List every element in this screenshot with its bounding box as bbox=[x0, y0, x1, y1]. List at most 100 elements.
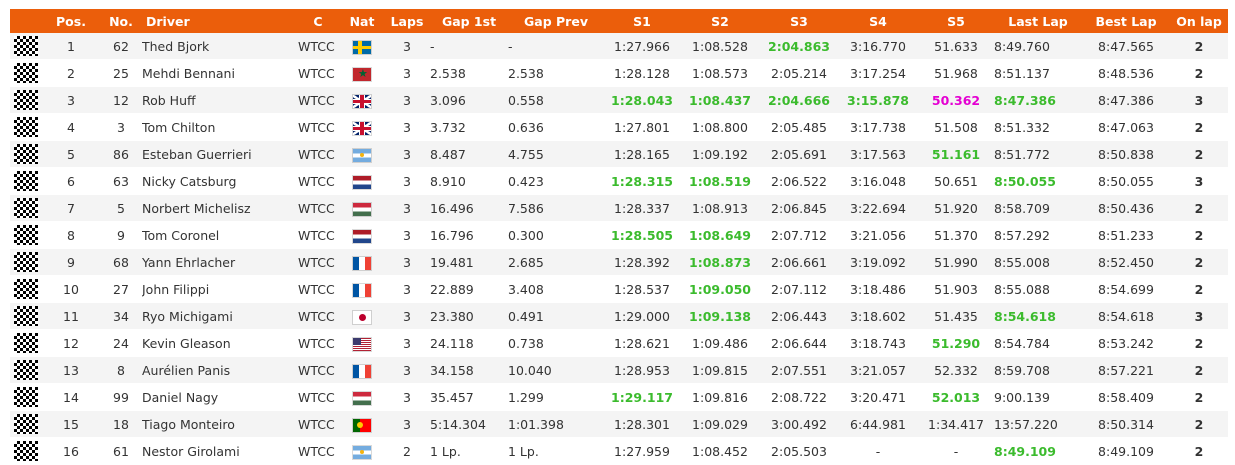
col-no-header[interactable]: No. bbox=[100, 9, 142, 33]
col-s2-header[interactable]: S2 bbox=[680, 9, 760, 33]
table-body: 1 62 Thed Bjork WTCC 3- -1:27.966 1:08.528 2:04… bbox=[10, 33, 1228, 465]
table-row[interactable]: 13 8 Aurélien Panis WTCC 3 34.158 10.040 1:28.9… bbox=[10, 356, 1228, 384]
nl-flag-icon bbox=[353, 229, 371, 243]
table-row[interactable]: 14 99 Daniel Nagy WTCC 3 35.457 1.299 1:29.117 1… bbox=[10, 383, 1228, 411]
sector3-cell: 2:06.644 bbox=[760, 329, 838, 357]
driver-name-cell: Esteban Guerrieri bbox=[142, 140, 296, 168]
position-cell: 2 bbox=[42, 59, 100, 87]
sector2-value: 1:09.816 bbox=[692, 389, 748, 405]
gap-prev-value: 0.558 bbox=[508, 92, 544, 108]
position-value: 13 bbox=[63, 362, 79, 378]
best-lap-value: 8:57.221 bbox=[1098, 362, 1154, 378]
table-row[interactable]: 1 62 Thed Bjork WTCC 3 - - 1:27.966 1:08.528 2:04… bbox=[10, 33, 1228, 60]
table-row[interactable]: 16 61 Nestor Girolami WTCC 2 1 Lp. 1 Lp. 1:27.9… bbox=[10, 437, 1228, 465]
on-lap-cell: 2 bbox=[1170, 437, 1228, 465]
sector1-cell: 1:28.128 bbox=[604, 59, 680, 87]
col-on-lap-header[interactable]: On lap bbox=[1170, 9, 1228, 33]
table-row[interactable]: 3 12 Rob Huff WTCC 3 3.096 0.558 1:28.043 1:08.4… bbox=[10, 86, 1228, 114]
table-row[interactable]: 7 5 Norbert Michelisz WTCC 3 16.496 7.586 1:28.… bbox=[10, 194, 1228, 222]
table-row[interactable]: 6 63 Nicky Catsburg WTCC 3 8.910 0.423 1:28.315… bbox=[10, 167, 1228, 195]
nationality-cell bbox=[340, 221, 384, 249]
table-row[interactable]: 2 25 Mehdi Bennani WTCC 3 2.538 2.538 1:28.128 1… bbox=[10, 59, 1228, 87]
checkered-flag-icon bbox=[14, 171, 38, 191]
sector1-cell: 1:28.392 bbox=[604, 248, 680, 276]
col-gap-first-header[interactable]: Gap 1st bbox=[430, 9, 508, 33]
col-s4-header[interactable]: S4 bbox=[838, 9, 918, 33]
gap-prev-cell: 4.755 bbox=[508, 140, 604, 168]
gb-flag-icon bbox=[353, 94, 371, 108]
sector5-cell: 50.362 bbox=[918, 86, 994, 114]
sector3-cell: 2:07.551 bbox=[760, 356, 838, 384]
car-number-cell: 25 bbox=[100, 59, 142, 87]
sector5-cell: 51.903 bbox=[918, 275, 994, 303]
on-lap-value: 2 bbox=[1194, 389, 1204, 405]
table-row[interactable]: 9 68 Yann Ehrlacher WTCC 3 19.481 2.685 1:28.39… bbox=[10, 248, 1228, 276]
driver-name-cell: Kevin Gleason bbox=[142, 329, 296, 357]
sector4-cell: 3:22.694 bbox=[838, 194, 918, 222]
col-pos-header[interactable]: Pos. bbox=[42, 9, 100, 33]
sector2-value: 1:09.815 bbox=[692, 362, 748, 378]
sector5-cell: 51.990 bbox=[918, 248, 994, 276]
best-lap-cell: 8:51.233 bbox=[1082, 221, 1170, 249]
sector3-cell: 2:07.112 bbox=[760, 275, 838, 303]
col-nat-header[interactable]: Nat bbox=[340, 9, 384, 33]
col-s5-header[interactable]: S5 bbox=[918, 9, 994, 33]
sector4-cell: 3:16.048 bbox=[838, 167, 918, 195]
col-driver-header[interactable]: Driver bbox=[142, 9, 296, 33]
gap-prev-cell: 2.538 bbox=[508, 59, 604, 87]
col-s3-header[interactable]: S3 bbox=[760, 9, 838, 33]
gap-prev-value: 1.299 bbox=[508, 389, 544, 405]
table-row[interactable]: 10 27 John Filippi WTCC 3 22.889 3.408 1:28.537… bbox=[10, 275, 1228, 303]
last-lap-cell: 8:55.008 bbox=[994, 248, 1082, 276]
sector5-value: 52.332 bbox=[934, 362, 978, 378]
on-lap-cell: 3 bbox=[1170, 86, 1228, 114]
nationality-cell bbox=[340, 86, 384, 114]
last-lap-cell: 13:57.220 bbox=[994, 410, 1082, 438]
best-lap-value: 8:54.699 bbox=[1098, 281, 1154, 297]
sector1-value: 1:28.392 bbox=[614, 254, 670, 270]
laps-value: 3 bbox=[403, 416, 411, 432]
class-cell: WTCC bbox=[296, 194, 340, 222]
gap-first-cell: - bbox=[430, 33, 508, 60]
table-row[interactable]: 11 34 Ryo Michigami WTCC 3 23.380 0.491 1:29.00… bbox=[10, 302, 1228, 330]
table-row[interactable]: 12 24 Kevin Gleason WTCC 3 24.118 0.738 1:28.62… bbox=[10, 329, 1228, 357]
table-row[interactable]: 8 9 Tom Coronel WTCC 3 16.796 0.300 1:28.505 1:0… bbox=[10, 221, 1228, 249]
position-value: 10 bbox=[63, 281, 79, 297]
best-lap-cell: 8:47.063 bbox=[1082, 113, 1170, 141]
sector1-cell: 1:29.000 bbox=[604, 302, 680, 330]
checkered-flag-icon bbox=[14, 414, 38, 434]
gap-prev-cell: - bbox=[508, 33, 604, 60]
gap-prev-value: 10.040 bbox=[508, 362, 552, 378]
nationality-cell bbox=[340, 113, 384, 141]
col-class-header[interactable]: C bbox=[296, 9, 340, 33]
driver-name-cell: Nestor Girolami bbox=[142, 437, 296, 465]
class-value: WTCC bbox=[298, 443, 335, 459]
driver-name-cell: Tom Coronel bbox=[142, 221, 296, 249]
col-laps-header[interactable]: Laps bbox=[384, 9, 430, 33]
fr-flag-icon bbox=[353, 283, 371, 297]
col-best-lap-header[interactable]: Best Lap bbox=[1082, 9, 1170, 33]
nationality-cell bbox=[340, 140, 384, 168]
laps-cell: 3 bbox=[384, 248, 430, 276]
gap-first-value: 3.096 bbox=[430, 92, 466, 108]
position-cell: 6 bbox=[42, 167, 100, 195]
table-row[interactable]: 5 86 Esteban Guerrieri WTCC 3 8.487 4.755 1:28.… bbox=[10, 140, 1228, 168]
table-row[interactable]: 15 18 Tiago Monteiro WTCC 3 5:14.304 1:01.398 1… bbox=[10, 410, 1228, 438]
car-number-value: 24 bbox=[113, 335, 129, 351]
col-gap-prev-header[interactable]: Gap Prev bbox=[508, 9, 604, 33]
sector3-value: 3:00.492 bbox=[771, 416, 827, 432]
on-lap-value: 2 bbox=[1194, 254, 1204, 270]
best-lap-cell: 8:52.450 bbox=[1082, 248, 1170, 276]
col-flag-header[interactable] bbox=[10, 9, 42, 33]
table-row[interactable]: 4 3 Tom Chilton WTCC 3 3.732 0.636 1:27.801 1:08… bbox=[10, 113, 1228, 141]
sector2-cell: 1:08.649 bbox=[680, 221, 760, 249]
sector5-value: 51.290 bbox=[931, 335, 981, 351]
sector2-value: 1:08.873 bbox=[689, 254, 751, 270]
jp-flag-icon bbox=[353, 310, 371, 324]
last-lap-cell: 8:58.709 bbox=[994, 194, 1082, 222]
on-lap-cell: 2 bbox=[1170, 113, 1228, 141]
col-s1-header[interactable]: S1 bbox=[604, 9, 680, 33]
best-lap-cell: 8:49.109 bbox=[1082, 437, 1170, 465]
col-last-lap-header[interactable]: Last Lap bbox=[994, 9, 1082, 33]
best-lap-value: 8:54.618 bbox=[1098, 308, 1154, 324]
